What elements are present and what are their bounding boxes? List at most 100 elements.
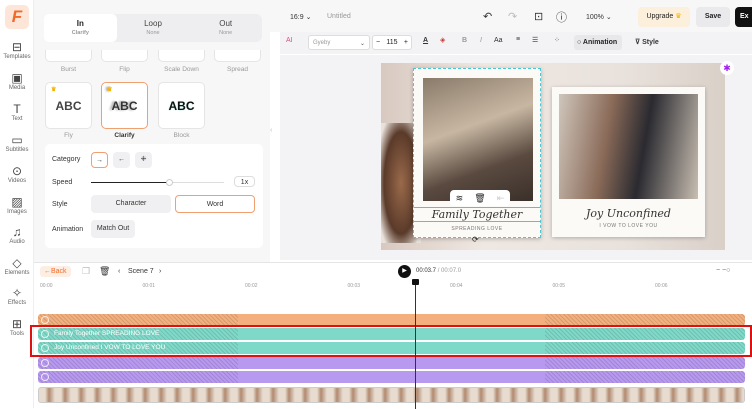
sidebar-label: Images xyxy=(7,209,27,215)
style-character-button[interactable]: Character xyxy=(91,195,171,213)
card2-title[interactable]: Joy Unconfined xyxy=(552,207,705,220)
animation-button[interactable]: ○ Animation xyxy=(574,35,622,50)
effect-card-clarify[interactable]: ♛ ABC xyxy=(101,82,148,129)
tab-loop[interactable]: Loop None xyxy=(117,14,190,42)
speed-value[interactable]: 1x xyxy=(234,176,255,187)
sidebar-item-templates[interactable]: ⊟ Templates xyxy=(0,40,34,60)
scene-canvas[interactable]: ≋ 🗑 ⇤ Family Together SPREADING LOVE ⟳ Joy… xyxy=(381,63,725,250)
sidebar-item-elements[interactable]: ◇ Elements xyxy=(0,256,34,276)
tab-out[interactable]: Out None xyxy=(189,14,262,42)
play-button[interactable]: ▶ xyxy=(398,265,411,278)
text-icon: T xyxy=(13,102,21,116)
case-icon[interactable]: Aa xyxy=(494,37,503,44)
minus-icon[interactable]: − xyxy=(376,39,380,46)
effect-label: Flip xyxy=(119,66,130,73)
category-left-button[interactable]: ← xyxy=(113,152,130,168)
undo-icon[interactable]: ↶ xyxy=(483,10,492,23)
crown-icon: ♛ xyxy=(51,87,57,93)
rotate-icon[interactable]: ⟳ xyxy=(472,235,479,244)
ruler-tick: 00:04 xyxy=(450,283,463,289)
speed-slider-handle[interactable] xyxy=(166,179,174,186)
copy-icon[interactable]: ❐ xyxy=(82,266,90,277)
subtitles-icon: ▭ xyxy=(11,133,23,147)
project-title[interactable]: Untitled xyxy=(327,13,351,20)
tools-icon: ⊞ xyxy=(11,317,23,331)
timeline: ←Back ❐ 🗑 ‹ Scene 7 › ▶ 00:03.7 / 00:07.… xyxy=(30,262,752,409)
upgrade-button[interactable]: Upgrade ♛ xyxy=(638,7,690,27)
effect-card-burst[interactable] xyxy=(45,50,92,62)
category-center-button[interactable]: ⁜ xyxy=(135,152,152,168)
match-out-button[interactable]: Match Out xyxy=(91,220,135,238)
align-icon[interactable]: ≡ xyxy=(516,36,520,43)
effect-card-spread[interactable] xyxy=(214,50,261,62)
redo-icon[interactable]: ↷ xyxy=(508,10,517,23)
track-hatch xyxy=(38,371,238,383)
sidebar-item-images[interactable]: ▨ Images xyxy=(0,195,34,215)
card1-subtitle[interactable]: SPREADING LOVE xyxy=(414,226,540,232)
effect-label: Burst xyxy=(60,66,77,73)
photo-card-family[interactable]: ≋ 🗑 ⇤ Family Together SPREADING LOVE ⟳ xyxy=(413,68,541,244)
elements-icon: ◇ xyxy=(12,256,22,270)
effect-card-flip[interactable] xyxy=(101,50,148,62)
ai-icon[interactable]: AI xyxy=(286,37,293,44)
track-hatch xyxy=(545,357,745,369)
spacing-icon[interactable]: ☰ xyxy=(532,36,538,44)
effect-card-scale-down[interactable] xyxy=(158,50,205,62)
ruler-tick: 00:01 xyxy=(142,283,156,289)
plus-icon[interactable]: + xyxy=(404,39,408,46)
sidebar-item-media[interactable]: ▣ Media xyxy=(0,71,34,91)
speed-label: Speed xyxy=(52,179,73,186)
preview-icon[interactable]: ⊡ xyxy=(534,10,543,23)
sidebar-item-effects[interactable]: ✧ Effects xyxy=(0,286,34,306)
sidebar-item-tools[interactable]: ⊞ Tools xyxy=(0,317,34,337)
plugin-icon[interactable]: ✱ xyxy=(720,61,734,75)
font-dropdown[interactable]: Gyeby ⌄ xyxy=(308,35,370,50)
effect-card-block[interactable]: ABC xyxy=(158,82,205,129)
effect-card-fly[interactable]: ♛ ABC xyxy=(45,82,92,129)
collapse-panel-handle[interactable]: ‹ xyxy=(270,122,278,140)
tab-in[interactable]: In Clarify xyxy=(44,14,117,42)
category-right-button[interactable]: → xyxy=(91,152,108,168)
couple-photo xyxy=(559,94,698,199)
filter-icon: ⊽ xyxy=(635,39,641,46)
video-track[interactable] xyxy=(38,387,745,403)
effects-icon[interactable]: ⁘ xyxy=(554,36,560,44)
timeline-zoom-slider[interactable]: − −○ xyxy=(716,267,730,274)
collapse-icon[interactable]: ⇤ xyxy=(497,190,505,206)
italic-icon[interactable]: I xyxy=(480,37,482,44)
playhead-handle[interactable] xyxy=(412,279,419,285)
animation-options: Category → ← ⁜ Speed 1x Style Character … xyxy=(45,144,263,248)
zoom-dropdown[interactable]: 100% ⌄ xyxy=(586,13,612,21)
prev-scene-icon[interactable]: ‹ xyxy=(118,268,120,275)
highlight-icon[interactable]: ◈ xyxy=(440,36,445,44)
style-word-button[interactable]: Word xyxy=(175,195,255,213)
bold-icon[interactable]: B xyxy=(462,37,467,44)
videos-icon: ⊙ xyxy=(11,164,23,178)
sidebar-item-text[interactable]: T Text xyxy=(0,102,34,122)
text-color-icon[interactable]: A xyxy=(423,37,428,44)
trash-icon[interactable]: 🗑 xyxy=(99,266,110,277)
tab-label: In xyxy=(76,19,84,28)
card1-title[interactable]: Family Together xyxy=(414,207,540,222)
layers-icon[interactable]: ≋ xyxy=(456,190,464,206)
timeline-track[interactable] xyxy=(38,371,745,383)
save-button[interactable]: Save xyxy=(696,7,730,27)
playhead[interactable] xyxy=(412,279,419,409)
ruler-tick: 00:03 xyxy=(347,283,361,289)
trash-icon[interactable]: 🗑 xyxy=(474,190,485,206)
style-button[interactable]: ⊽ Style xyxy=(635,38,659,46)
photo-card-joy[interactable]: Joy Unconfined I VOW TO LOVE YOU xyxy=(552,87,705,237)
next-scene-icon[interactable]: › xyxy=(159,268,161,275)
aspect-ratio-dropdown[interactable]: 16:9 ⌄ xyxy=(290,13,311,21)
sidebar-item-videos[interactable]: ⊙ Videos xyxy=(0,164,34,184)
timeline-track[interactable] xyxy=(38,357,745,369)
export-button[interactable]: Ex xyxy=(735,7,752,27)
sidebar-item-audio[interactable]: ♫ Audio xyxy=(0,225,34,245)
card2-subtitle[interactable]: I VOW TO LOVE YOU xyxy=(552,223,705,229)
font-size-stepper[interactable]: −115 + xyxy=(372,35,412,50)
back-button[interactable]: ←Back xyxy=(40,266,71,277)
speed-slider[interactable] xyxy=(91,179,224,186)
effects-icon: ✧ xyxy=(11,286,23,300)
help-icon[interactable]: ⓘ xyxy=(556,9,567,25)
sidebar-item-subtitles[interactable]: ▭ Subtitles xyxy=(0,133,34,153)
